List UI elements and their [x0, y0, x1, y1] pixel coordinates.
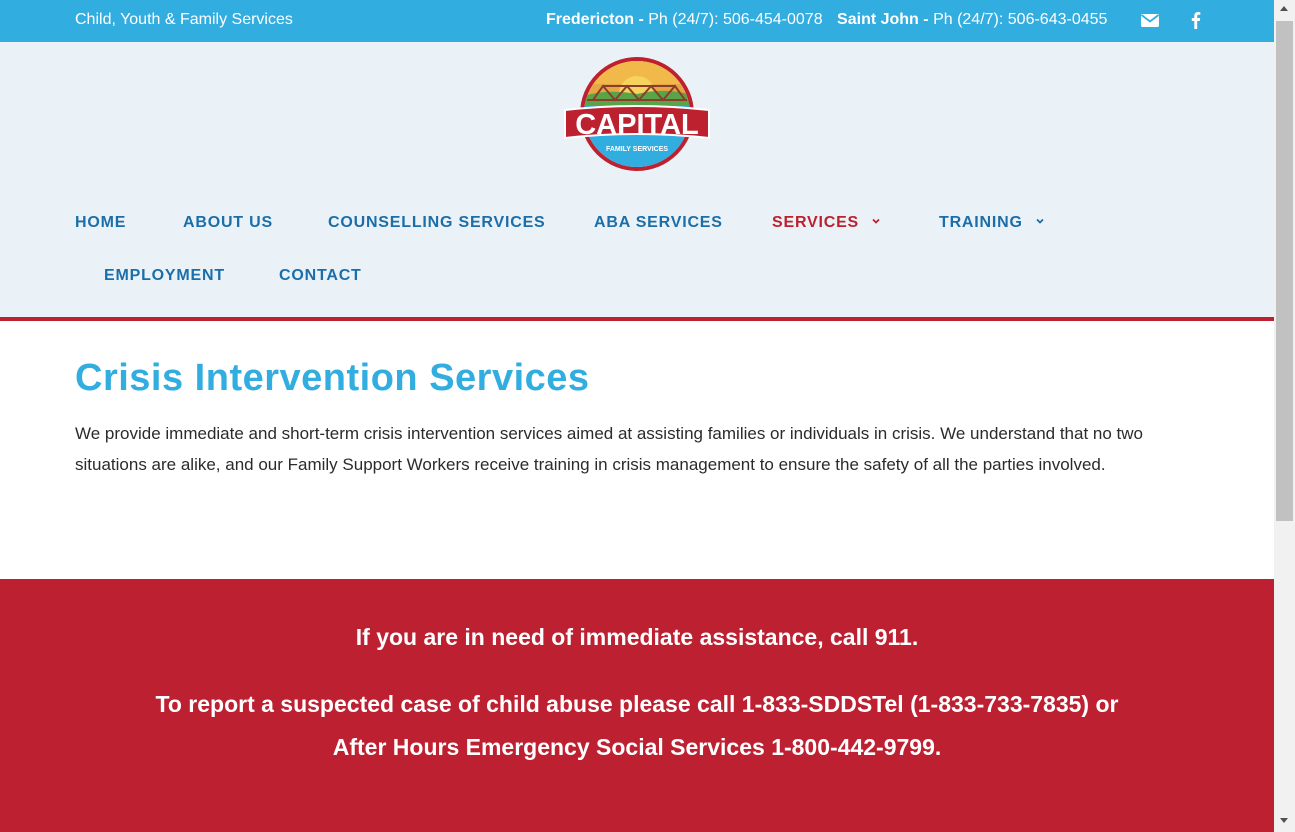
alert-line-child-abuse: To report a suspected case of child abus…: [155, 691, 1119, 717]
nav-services[interactable]: SERVICES: [772, 214, 881, 232]
chevron-down-icon: [872, 218, 880, 224]
top-bar: Child, Youth & Family Services Frederict…: [0, 0, 1274, 42]
nav-employment[interactable]: EMPLOYMENT: [104, 267, 225, 285]
tagline: Child, Youth & Family Services: [75, 11, 293, 28]
scroll-down-arrow-icon[interactable]: [1280, 818, 1288, 823]
page-title: Crisis Intervention Services: [75, 357, 590, 399]
logo-subtitle: FAMILY SERVICES: [606, 146, 668, 153]
nav-training-label: TRAINING: [939, 214, 1023, 231]
alert-line-911: If you are in need of immediate assistan…: [355, 624, 919, 650]
phone1-number[interactable]: Ph (24/7): 506-454-0078: [648, 11, 822, 28]
nav-contact[interactable]: CONTACT: [279, 267, 362, 285]
alert-line-after-hours: After Hours Emergency Social Services 1-…: [332, 734, 942, 760]
vertical-scrollbar[interactable]: [1274, 0, 1295, 832]
emergency-alert-band: If you are in need of immediate assistan…: [0, 579, 1274, 832]
page-body-text: We provide immediate and short-term cris…: [75, 424, 1143, 474]
phone2-number[interactable]: Ph (24/7): 506-643-0455: [933, 11, 1107, 28]
header-divider: [0, 317, 1274, 321]
phone1-city: Fredericton -: [546, 11, 644, 28]
scroll-up-arrow-icon[interactable]: [1280, 6, 1288, 11]
nav-counselling-services[interactable]: COUNSELLING SERVICES: [328, 214, 546, 232]
phone-numbers: Fredericton - Ph (24/7): 506-454-0078 Sa…: [546, 11, 1107, 29]
phone2-city: Saint John -: [837, 11, 929, 28]
logo-wordmark: CAPITAL: [575, 109, 699, 141]
envelope-icon[interactable]: [1140, 10, 1160, 30]
site-header: CAPITAL FAMILY SERVICES HOME ABOUT US CO…: [0, 42, 1274, 317]
page: Child, Youth & Family Services Frederict…: [0, 0, 1274, 832]
nav-about-us[interactable]: ABOUT US: [183, 214, 273, 232]
scrollbar-thumb[interactable]: [1276, 21, 1293, 521]
chevron-down-icon: [1036, 218, 1044, 224]
facebook-icon[interactable]: [1186, 10, 1206, 30]
nav-training[interactable]: TRAINING: [939, 214, 1045, 232]
nav-services-label: SERVICES: [772, 214, 860, 231]
nav-home[interactable]: HOME: [75, 214, 126, 232]
capital-family-services-logo[interactable]: CAPITAL FAMILY SERVICES: [563, 56, 711, 174]
nav-aba-services[interactable]: ABA SERVICES: [594, 214, 723, 232]
